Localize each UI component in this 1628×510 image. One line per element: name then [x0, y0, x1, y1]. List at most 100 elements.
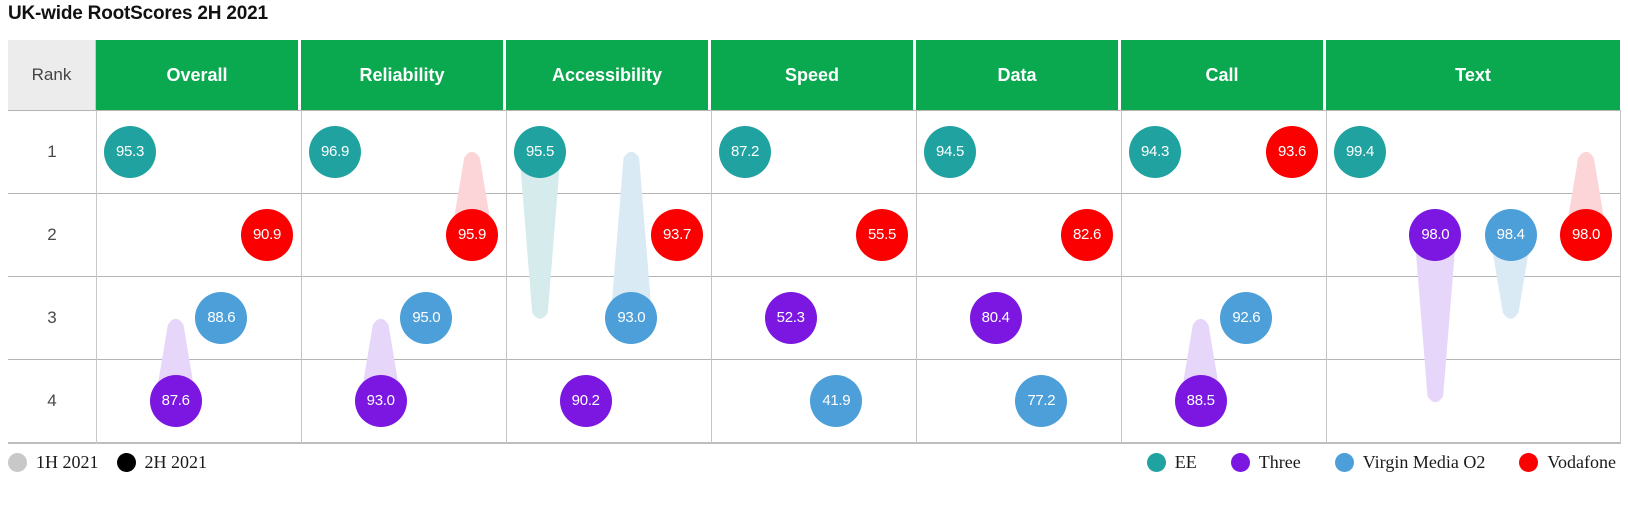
legend-dot-icon: [1231, 453, 1250, 472]
score-value: 99.4: [1346, 143, 1374, 160]
column-header-text[interactable]: Text: [1326, 40, 1620, 110]
score-bubble[interactable]: 95.0: [400, 292, 452, 344]
rank-cell: 4: [8, 359, 96, 442]
score-bubble[interactable]: 94.3: [1129, 126, 1181, 178]
score-value: 93.6: [1278, 143, 1306, 160]
score-value: 93.7: [663, 226, 691, 243]
score-bubble[interactable]: 87.6: [150, 375, 202, 427]
score-value: 93.0: [617, 309, 645, 326]
score-bubble[interactable]: 98.4: [1485, 209, 1537, 261]
score-value: 87.6: [162, 392, 190, 409]
score-bubble[interactable]: 77.2: [1015, 375, 1067, 427]
score-value: 98.4: [1497, 226, 1525, 243]
score-bubble[interactable]: 41.9: [810, 375, 862, 427]
score-bubble[interactable]: 95.9: [446, 209, 498, 261]
rank-cell: 1: [8, 110, 96, 193]
row-divider: [8, 276, 1620, 277]
score-value: 90.2: [572, 392, 600, 409]
score-value: 93.0: [367, 392, 395, 409]
table-header-row: RankOverallReliabilityAccessibilitySpeed…: [8, 40, 1620, 110]
legend-three[interactable]: Three: [1231, 452, 1301, 473]
score-bubble[interactable]: 87.2: [719, 126, 771, 178]
legend-2h-2021[interactable]: 2H 2021: [117, 452, 208, 473]
score-value: 87.2: [731, 143, 759, 160]
column-header-data[interactable]: Data: [916, 40, 1121, 110]
score-bubble[interactable]: 96.9: [309, 126, 361, 178]
score-bubble[interactable]: 95.3: [104, 126, 156, 178]
legend-label: 2H 2021: [145, 452, 208, 473]
legend-dot-icon: [8, 453, 27, 472]
column-divider: [1326, 110, 1327, 444]
score-value: 52.3: [777, 309, 805, 326]
score-value: 98.0: [1572, 226, 1600, 243]
column-divider: [711, 110, 712, 444]
rank-cell: 3: [8, 276, 96, 359]
score-value: 41.9: [822, 392, 850, 409]
row-divider: [8, 442, 1620, 444]
row-divider: [8, 359, 1620, 360]
score-value: 98.0: [1421, 226, 1449, 243]
legend-dot-icon: [1147, 453, 1166, 472]
score-bubble[interactable]: 88.6: [195, 292, 247, 344]
score-bubble[interactable]: 98.0: [1560, 209, 1612, 261]
score-value: 77.2: [1027, 392, 1055, 409]
score-bubble[interactable]: 98.0: [1409, 209, 1461, 261]
column-divider: [301, 110, 302, 444]
score-bubble[interactable]: 93.0: [355, 375, 407, 427]
score-value: 80.4: [982, 309, 1010, 326]
page-title: UK-wide RootScores 2H 2021: [8, 3, 268, 25]
column-header-overall[interactable]: Overall: [96, 40, 301, 110]
row-divider: [8, 193, 1620, 194]
legend-vodafone[interactable]: Vodafone: [1519, 452, 1616, 473]
score-bubble[interactable]: 52.3: [765, 292, 817, 344]
score-bubble[interactable]: 82.6: [1061, 209, 1113, 261]
score-value: 95.3: [116, 143, 144, 160]
score-bubble[interactable]: 93.0: [605, 292, 657, 344]
score-value: 82.6: [1073, 226, 1101, 243]
legend-label: EE: [1175, 452, 1197, 473]
legend-ee[interactable]: EE: [1147, 452, 1197, 473]
legend-dot-icon: [117, 453, 136, 472]
score-bubble[interactable]: 90.2: [560, 375, 612, 427]
score-bubble[interactable]: 90.9: [241, 209, 293, 261]
score-bubble[interactable]: 94.5: [924, 126, 976, 178]
legend-label: Three: [1259, 452, 1301, 473]
legend-dot-icon: [1519, 453, 1538, 472]
score-value: 88.6: [207, 309, 235, 326]
column-divider: [96, 110, 97, 444]
score-value: 90.9: [253, 226, 281, 243]
score-bubble[interactable]: 55.5: [856, 209, 908, 261]
score-value: 88.5: [1187, 392, 1215, 409]
score-bubble[interactable]: 88.5: [1175, 375, 1227, 427]
legend-label: Vodafone: [1547, 452, 1616, 473]
score-bubble[interactable]: 80.4: [970, 292, 1022, 344]
rootscores-table: RankOverallReliabilityAccessibilitySpeed…: [8, 40, 1620, 444]
score-value: 94.3: [1141, 143, 1169, 160]
table-body: 123495.390.988.687.696.995.995.093.095.5…: [8, 110, 1620, 444]
legend-virgin-media-o2[interactable]: Virgin Media O2: [1335, 452, 1486, 473]
score-bubble[interactable]: 95.5: [514, 126, 566, 178]
legend-1h-2021[interactable]: 1H 2021: [8, 452, 99, 473]
score-value: 96.9: [321, 143, 349, 160]
score-value: 95.0: [412, 309, 440, 326]
score-value: 95.5: [526, 143, 554, 160]
column-header-rank[interactable]: Rank: [8, 40, 96, 110]
score-bubble[interactable]: 93.6: [1266, 126, 1318, 178]
score-value: 55.5: [868, 226, 896, 243]
legend-dot-icon: [1335, 453, 1354, 472]
score-bubble[interactable]: 92.6: [1220, 292, 1272, 344]
column-divider: [1620, 110, 1621, 444]
column-header-speed[interactable]: Speed: [711, 40, 916, 110]
score-bubble[interactable]: 93.7: [651, 209, 703, 261]
row-divider: [8, 110, 1620, 111]
score-value: 92.6: [1232, 309, 1260, 326]
column-divider: [1121, 110, 1122, 444]
score-bubble[interactable]: 99.4: [1334, 126, 1386, 178]
score-value: 94.5: [936, 143, 964, 160]
column-divider: [506, 110, 507, 444]
column-header-accessibility[interactable]: Accessibility: [506, 40, 711, 110]
column-header-call[interactable]: Call: [1121, 40, 1326, 110]
score-value: 95.9: [458, 226, 486, 243]
column-header-reliability[interactable]: Reliability: [301, 40, 506, 110]
operator-legend: EE Three Virgin Media O2 Vodafone: [1147, 452, 1616, 473]
